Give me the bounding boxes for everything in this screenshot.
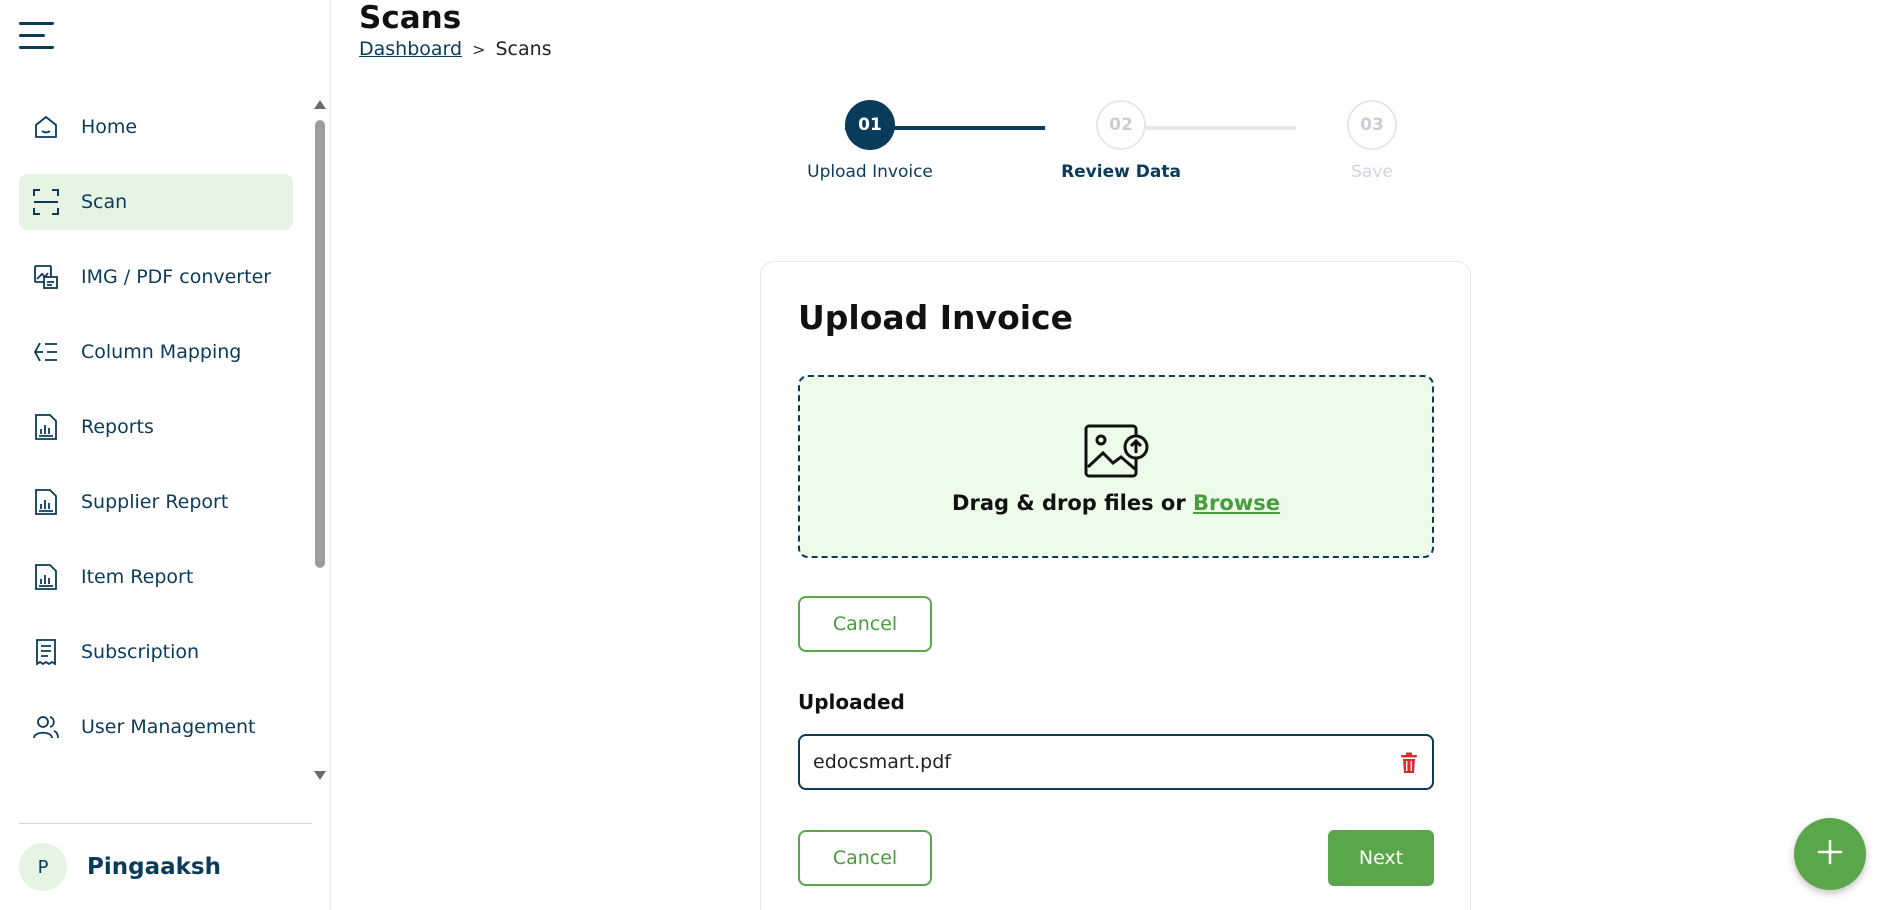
sidebar-item-subscription[interactable]: Subscription — [19, 624, 293, 680]
column-mapping-icon — [31, 337, 61, 367]
sidebar-nav: Home Scan IMG / PDF converter Column Map… — [19, 99, 293, 774]
cancel-button[interactable]: Cancel — [798, 830, 932, 886]
sidebar-item-label: Reports — [81, 416, 154, 438]
plus-icon — [1816, 838, 1844, 870]
card-title: Upload Invoice — [798, 298, 1073, 337]
dropzone-text: Drag & drop files or Browse — [800, 491, 1432, 515]
image-upload-icon — [1083, 421, 1153, 481]
page-title: Scans — [359, 0, 462, 36]
menu-icon[interactable] — [19, 22, 54, 50]
sidebar-item-user-management[interactable]: User Management — [19, 699, 293, 755]
sidebar-item-scan[interactable]: Scan — [19, 174, 293, 230]
sidebar-item-label: Column Mapping — [81, 341, 242, 363]
uploaded-heading: Uploaded — [798, 690, 905, 714]
next-button[interactable]: Next — [1328, 830, 1434, 886]
scan-icon — [31, 187, 61, 217]
sidebar-item-label: Scan — [81, 191, 128, 213]
progress-stepper: 01 02 03 Upload Invoice Review Data Save — [790, 100, 1410, 190]
breadcrumb-dashboard-link[interactable]: Dashboard — [359, 38, 462, 60]
avatar: P — [19, 843, 67, 891]
uploaded-file-field: edocsmart.pdf — [798, 734, 1434, 790]
sidebar-item-item-report[interactable]: Item Report — [19, 549, 293, 605]
home-icon — [31, 112, 61, 142]
sidebar-item-label: Home — [81, 116, 138, 138]
scroll-down-arrow-icon[interactable] — [314, 771, 326, 780]
report-icon — [31, 487, 61, 517]
sidebar-item-home[interactable]: Home — [19, 99, 293, 155]
user-profile[interactable]: P Pingaaksh — [19, 843, 221, 891]
sidebar-item-label: Supplier Report — [81, 491, 229, 513]
upload-invoice-card: Upload Invoice Drag & drop files or Brow… — [760, 261, 1471, 910]
users-icon — [31, 712, 61, 742]
add-fab-button[interactable] — [1794, 818, 1866, 890]
sidebar: Home Scan IMG / PDF converter Column Map… — [0, 0, 331, 910]
sidebar-item-column-mapping[interactable]: Column Mapping — [19, 324, 293, 380]
cancel-upload-button[interactable]: Cancel — [798, 596, 932, 652]
scrollbar-thumb[interactable] — [315, 120, 325, 568]
scroll-up-arrow-icon[interactable] — [314, 100, 326, 109]
step-1-label: Upload Invoice — [807, 162, 933, 182]
dropzone-instruction: Drag & drop files or — [952, 491, 1194, 515]
sidebar-item-reports[interactable]: Reports — [19, 399, 293, 455]
report-icon — [31, 412, 61, 442]
sidebar-item-label: Item Report — [81, 566, 194, 588]
breadcrumb-separator: > — [472, 39, 486, 59]
breadcrumb-current: Scans — [495, 38, 552, 60]
sidebar-item-label: IMG / PDF converter — [81, 266, 272, 288]
step-3-circle: 03 — [1347, 100, 1397, 150]
user-name: Pingaaksh — [87, 854, 221, 880]
sidebar-item-supplier-report[interactable]: Supplier Report — [19, 474, 293, 530]
receipt-icon — [31, 637, 61, 667]
breadcrumb: Dashboard > Scans — [359, 38, 552, 60]
sidebar-item-label: Subscription — [81, 641, 200, 663]
converter-icon — [31, 262, 61, 292]
sidebar-item-img-pdf-converter[interactable]: IMG / PDF converter — [19, 249, 293, 305]
file-dropzone[interactable]: Drag & drop files or Browse — [798, 375, 1434, 558]
step-2-label: Review Data — [1061, 162, 1181, 182]
step-3-label: Save — [1351, 162, 1393, 182]
browse-link[interactable]: Browse — [1193, 491, 1280, 515]
sidebar-item-label: User Management — [81, 716, 256, 738]
step-2-circle: 02 — [1096, 100, 1146, 150]
report-icon — [31, 562, 61, 592]
sidebar-divider — [19, 823, 312, 824]
sidebar-scrollbar[interactable] — [313, 100, 327, 780]
delete-icon[interactable] — [1400, 752, 1418, 774]
uploaded-file-name: edocsmart.pdf — [813, 751, 951, 773]
step-1-circle: 01 — [845, 100, 895, 150]
